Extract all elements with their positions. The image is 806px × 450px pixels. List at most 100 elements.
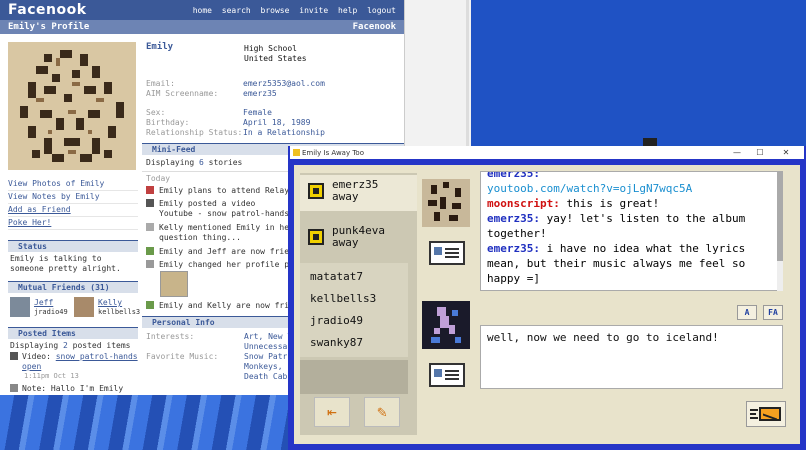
- profile-country: United States: [244, 54, 307, 63]
- interests-value[interactable]: Art, New Y: [244, 332, 292, 341]
- chat-message-link: youtoob.com/watch?v=ojLgN7wqc5A: [487, 181, 776, 196]
- profile-title: Emily's Profile: [8, 22, 90, 32]
- font-style-button[interactable]: FA: [763, 305, 783, 320]
- font-size-button[interactable]: A: [737, 305, 757, 320]
- chat-message: emerz35: i have no idea what the lyrics …: [487, 241, 776, 286]
- desktop-item: [643, 138, 657, 146]
- friend-name[interactable]: Jeff: [34, 298, 53, 307]
- sex-value[interactable]: Female: [243, 108, 272, 117]
- friend-avatar[interactable]: [10, 297, 30, 317]
- aim-value[interactable]: emerz35: [243, 89, 277, 98]
- exit-door-icon: ⇤: [327, 402, 337, 421]
- profile-subheader: Emily's Profile Facenook: [0, 20, 404, 34]
- desktop-background: [470, 0, 806, 150]
- posted-item-note[interactable]: Note: Hallo I'm Emily: [22, 384, 123, 393]
- buddy-icon-picture[interactable]: [422, 179, 470, 227]
- feed-count-prefix: Displaying: [146, 158, 195, 167]
- posted-items-header[interactable]: Posted Items: [8, 327, 138, 339]
- pixel-portrait-image: [8, 42, 136, 170]
- my-profile-card-icon[interactable]: [429, 363, 465, 387]
- poke-link[interactable]: Poke Her!: [8, 217, 138, 230]
- mutual-friends-list: Jeff jradio49 Kelly kellbells3: [8, 293, 141, 327]
- buddy-empty-slot: [300, 360, 408, 394]
- buddy-item-emerz35[interactable]: emerz35 away: [300, 175, 417, 211]
- subheader-brand: Facenook: [352, 22, 396, 32]
- posted-items-count: Displaying 2 posted items: [8, 339, 138, 352]
- profile-picture[interactable]: [8, 42, 136, 170]
- music-label: Favorite Music:: [146, 352, 219, 361]
- video-icon: [10, 352, 18, 360]
- my-icon-picture[interactable]: [422, 301, 470, 349]
- browser-scrollbar[interactable]: [404, 0, 471, 150]
- view-notes-link[interactable]: View Notes by Emily: [8, 191, 138, 204]
- feed-thumbnail[interactable]: [160, 271, 188, 297]
- chat-log: emerz35: youtoob.com/watch?v=ojLgN7wqc5A…: [480, 171, 783, 291]
- chat-message: emerz35:: [487, 171, 776, 181]
- message-sender: emerz35:: [487, 212, 540, 225]
- mutual-friends-header[interactable]: Mutual Friends (31): [8, 281, 138, 293]
- sex-label: Sex:: [146, 108, 166, 117]
- friend-handle: jradio49: [34, 308, 68, 316]
- chat-log-scrollbar[interactable]: [777, 171, 783, 291]
- buddy-item-swanky87[interactable]: swanky87: [300, 329, 408, 357]
- music-value[interactable]: Snow Patr: [244, 352, 287, 361]
- scrollbar-thumb[interactable]: [777, 171, 783, 261]
- nav-browse[interactable]: browse: [261, 6, 290, 15]
- friend-name[interactable]: Kelly: [98, 298, 122, 307]
- buddy-profile-card-icon[interactable]: [429, 241, 465, 265]
- message-sender: emerz35:: [487, 242, 540, 255]
- relationship-label: Relationship Status:: [146, 128, 243, 137]
- chat-window-title: Emily Is Away Too: [302, 148, 364, 157]
- maximize-button[interactable]: ☐: [750, 146, 770, 159]
- profile-picture-icon: [146, 260, 154, 268]
- email-value[interactable]: emerz5353@aol.com: [243, 79, 325, 88]
- add-friend-link[interactable]: Add as Friend: [8, 204, 138, 217]
- interests-label: Interests:: [146, 332, 195, 341]
- site-logo[interactable]: Facenook: [8, 2, 87, 18]
- nav-search[interactable]: search: [222, 6, 251, 15]
- speed-line: [750, 413, 756, 415]
- music-value[interactable]: Death Cab: [244, 372, 287, 381]
- minimize-button[interactable]: —: [727, 146, 747, 159]
- nav-home[interactable]: home: [193, 6, 212, 15]
- birthday-value[interactable]: April 18, 1989: [243, 118, 310, 127]
- status-header[interactable]: Status: [8, 240, 138, 252]
- top-bar: Facenook home search browse invite help …: [0, 0, 404, 20]
- relationship-value[interactable]: In a Relationship: [243, 128, 325, 137]
- chat-body: emerz35 away punk4eva away matatat7 kell…: [294, 165, 800, 444]
- friend-avatar[interactable]: [74, 297, 94, 317]
- close-button[interactable]: ✕: [776, 146, 796, 159]
- my-icon-image: [422, 301, 470, 349]
- settings-button[interactable]: ✎: [364, 397, 400, 427]
- profile-name: Emily: [146, 42, 174, 52]
- music-value[interactable]: Monkeys, I: [244, 362, 292, 371]
- buddy-state: away: [332, 236, 359, 249]
- buddy-item-punk4eva[interactable]: punk4eva away: [300, 221, 417, 257]
- interests-value[interactable]: Unnecessa: [244, 342, 287, 351]
- note-icon: [146, 223, 154, 231]
- speed-line: [750, 409, 758, 411]
- posted-item-time: 1:11pm Oct 13: [24, 372, 79, 380]
- friend-handle: kellbells3: [98, 308, 141, 316]
- posted-count-prefix: Displaying: [10, 341, 59, 350]
- email-label: Email:: [146, 79, 175, 88]
- exit-button[interactable]: ⇤: [314, 397, 350, 427]
- nav-logout[interactable]: logout: [367, 6, 396, 15]
- relationship-row: Relationship Status: In a Relationship: [146, 128, 325, 137]
- posted-count-value: 2: [63, 341, 68, 350]
- send-button[interactable]: [746, 401, 786, 427]
- message-url[interactable]: youtoob.com/watch?v=ojLgN7wqc5A: [487, 182, 692, 195]
- aim-row: AIM Screenname: emerz35: [146, 89, 277, 98]
- chat-titlebar[interactable]: Emily Is Away Too — ☐ ✕: [290, 146, 804, 159]
- view-photos-link[interactable]: View Photos of Emily: [8, 178, 138, 191]
- scrollbar-track[interactable]: [466, 0, 469, 150]
- nav-help[interactable]: help: [338, 6, 357, 15]
- nav-invite[interactable]: invite: [299, 6, 328, 15]
- buddy-list: emerz35 away punk4eva away matatat7 kell…: [300, 173, 417, 435]
- chat-message: emerz35: yay! let's listen to the album …: [487, 211, 776, 241]
- spacer-icon: [146, 209, 154, 217]
- calendar-icon: [146, 186, 154, 194]
- message-input[interactable]: well, now we need to go to iceland!: [480, 325, 783, 389]
- birthday-row: Birthday: April 18, 1989: [146, 118, 310, 127]
- message-sender: emerz35:: [487, 171, 540, 180]
